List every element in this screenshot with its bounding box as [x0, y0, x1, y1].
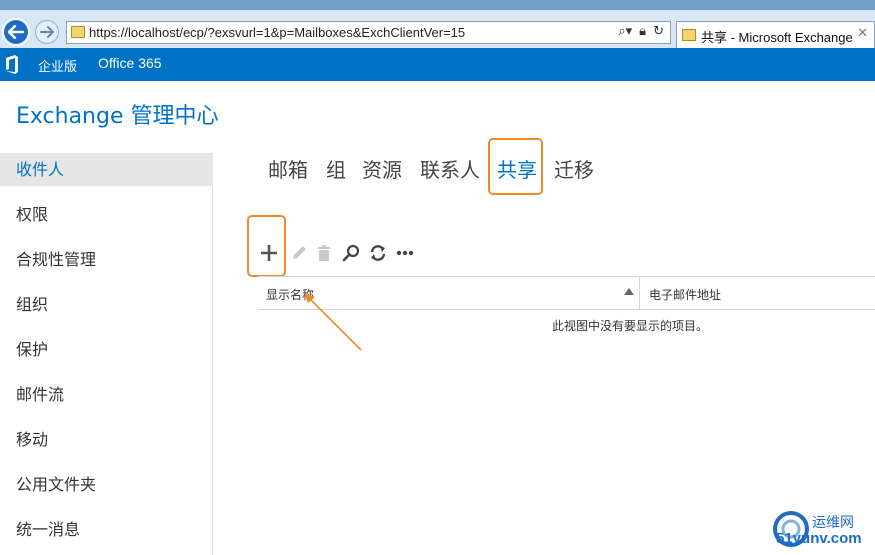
tab-close-icon[interactable]: ✕	[857, 26, 868, 41]
back-button[interactable]	[2, 18, 30, 46]
sidebar-item-mail-flow[interactable]: 邮件流	[0, 378, 213, 411]
address-actions: ⌕▾ 🔒︎ ↻	[618, 24, 664, 39]
reload-icon[interactable]: ↻	[653, 24, 664, 39]
tab-migration[interactable]: 迁移	[554, 154, 594, 183]
tab-resources[interactable]: 资源	[362, 154, 402, 183]
add-button[interactable]	[258, 242, 280, 264]
address-url[interactable]: https://localhost/ecp/?exsvurl=1&p=Mailb…	[89, 25, 465, 40]
back-arrow-icon	[8, 25, 24, 39]
lock-icon[interactable]: 🔒︎	[639, 24, 646, 39]
edit-icon	[293, 246, 306, 259]
tab-contacts[interactable]: 联系人	[420, 154, 480, 183]
forward-button[interactable]	[35, 20, 59, 44]
sidebar-item-compliance[interactable]: 合规性管理	[0, 243, 213, 276]
watermark-line2: 51yunv.com	[776, 530, 862, 547]
tab-title[interactable]: 共享 - Microsoft Exchange	[701, 27, 853, 46]
sidebar-item-mobile[interactable]: 移动	[0, 423, 213, 456]
forward-arrow-icon	[40, 26, 54, 38]
tab-mailboxes[interactable]: 邮箱	[268, 154, 308, 183]
delete-icon	[318, 245, 330, 261]
office-logo-icon	[6, 55, 18, 74]
page-favicon-icon	[71, 26, 85, 38]
annotation-arrow-icon	[304, 293, 362, 351]
refresh-icon	[370, 245, 386, 261]
sidebar-item-unified-messaging[interactable]: 统一消息	[0, 513, 213, 546]
sort-ascending-icon[interactable]	[624, 288, 634, 295]
edit-button[interactable]	[288, 242, 310, 264]
page-title: Exchange 管理中心	[16, 104, 219, 129]
sidebar-item-protection[interactable]: 保护	[0, 333, 213, 366]
watermark: 运维网 51yunv.com	[770, 508, 875, 555]
delete-button[interactable]	[313, 242, 335, 264]
sidebar-item-permissions[interactable]: 权限	[0, 198, 213, 231]
refresh-button[interactable]	[367, 242, 389, 264]
column-divider[interactable]	[639, 277, 640, 310]
tab-groups[interactable]: 组	[326, 154, 346, 183]
sidebar-item-organization[interactable]: 组织	[0, 288, 213, 321]
sidebar-item-public-folders[interactable]: 公用文件夹	[0, 468, 213, 501]
more-icon	[396, 250, 414, 256]
header-link-enterprise[interactable]: 企业版	[38, 56, 77, 75]
watermark-line1: 运维网	[812, 515, 854, 531]
column-header-email[interactable]: 电子邮件地址	[649, 286, 721, 303]
tab-highlight-box	[488, 138, 543, 195]
more-button[interactable]	[394, 242, 416, 264]
app-header: 企业版 Office 365	[0, 48, 875, 81]
address-bar[interactable]: https://localhost/ecp/?exsvurl=1&p=Mailb…	[66, 21, 671, 44]
sidebar: 收件人 权限 合规性管理 组织 保护 邮件流 移动 公用文件夹 统一消息	[0, 153, 213, 555]
browser-tab[interactable]: 共享 - Microsoft Exchange ✕	[676, 21, 875, 48]
search-button[interactable]	[340, 242, 362, 264]
browser-toolbar: https://localhost/ecp/?exsvurl=1&p=Mailb…	[0, 0, 875, 52]
sidebar-item-recipients[interactable]: 收件人	[0, 153, 213, 186]
tab-favicon-icon	[682, 29, 696, 41]
add-icon	[261, 245, 277, 261]
search-dropdown-icon[interactable]: ⌕▾	[618, 24, 632, 39]
header-link-office365[interactable]: Office 365	[98, 55, 162, 71]
search-icon	[342, 244, 360, 262]
empty-table-message: 此视图中没有要显示的项目。	[552, 319, 709, 333]
browser-title-strip	[0, 0, 875, 10]
